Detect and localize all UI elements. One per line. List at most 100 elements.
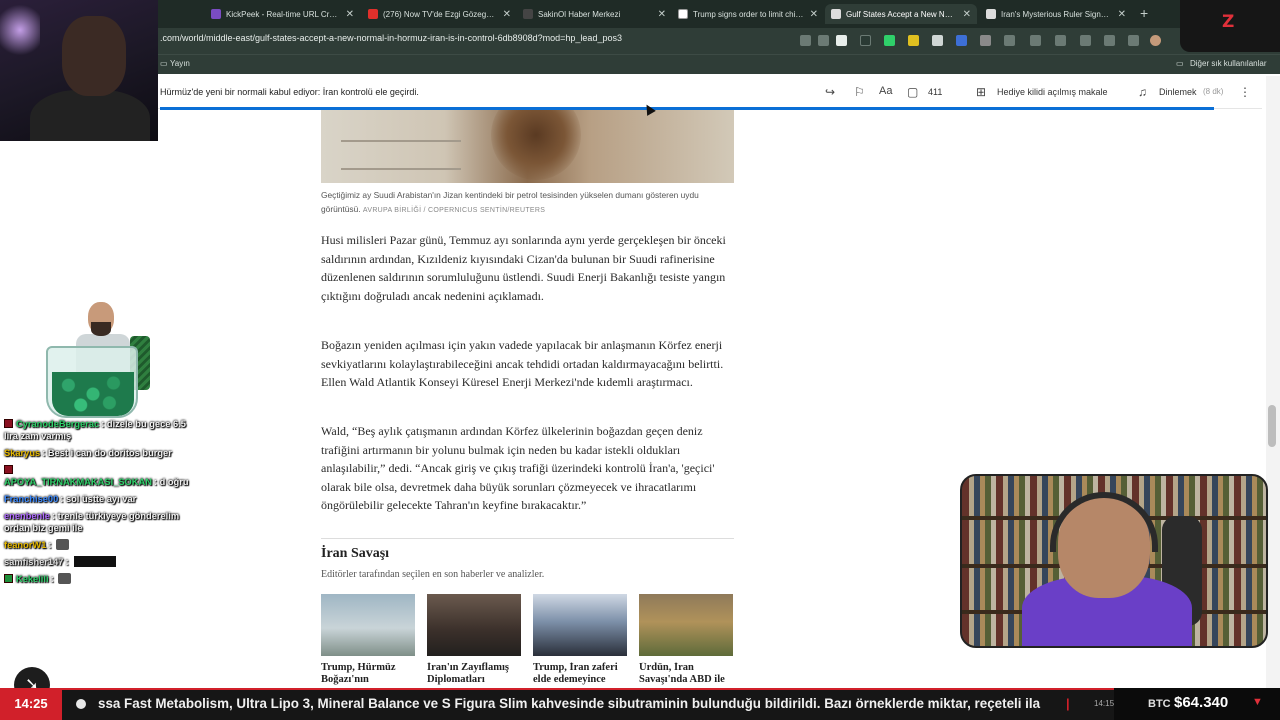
related-article-card[interactable]: Trump, Hürmüz Boğazı'nın <box>321 594 415 688</box>
bookmark-item[interactable]: Yayın <box>170 59 190 68</box>
emote-mug <box>46 346 138 418</box>
chat-username[interactable]: APOYA_TIRNAKMAKASI_SOKAN <box>4 477 152 487</box>
caption-credit: AVRUPA BİRLİĞİ / COPERNICUS SENTİN/REUTE… <box>362 207 546 214</box>
live-dot-icon <box>76 699 86 709</box>
extensions-puzzle-icon[interactable] <box>1004 35 1015 46</box>
more-options-icon[interactable]: ⋮ <box>1239 85 1251 99</box>
tab-close-icon[interactable]: ✕ <box>1118 9 1126 20</box>
url-field[interactable]: .com/world/middle-east/gulf-states-accep… <box>160 33 622 43</box>
tab-close-icon[interactable]: ✕ <box>810 9 818 20</box>
extension-icon[interactable] <box>932 35 943 46</box>
tab-title: Trump signs order to limit childh <box>693 9 804 19</box>
chat-message: Franchise00: sol üstte ayı var <box>4 494 137 504</box>
section-title[interactable]: İran Savaşı <box>321 546 389 562</box>
section-subtitle: Editörler tarafından seçilen en son habe… <box>321 569 545 580</box>
tab-title: Gulf States Accept a New Norma <box>846 9 957 19</box>
text-size-icon[interactable]: Aa <box>879 85 892 97</box>
tab-youtube[interactable]: (276) Now TV'de Ezgi Gözeger & ✕ <box>362 4 517 24</box>
chat-username[interactable]: enenbenle <box>4 511 50 521</box>
ticker-separator: | <box>1066 696 1070 711</box>
sakinol-favicon-icon <box>523 9 533 19</box>
extension-icon[interactable] <box>908 35 919 46</box>
extension-icon[interactable] <box>956 35 967 46</box>
ticker-top-line <box>0 688 1280 690</box>
related-article-card[interactable]: İran'ın Zayıflamış Diplomatları <box>427 594 521 688</box>
chat-text: sol üstte ayı var <box>65 494 137 504</box>
chat-message: samfisher147: <box>4 556 189 568</box>
chat-username[interactable]: Kekelili <box>16 574 49 584</box>
chat-username[interactable]: Skaryus <box>4 448 40 458</box>
bookmark-icon[interactable]: ⚐ <box>854 85 865 99</box>
heart-icon[interactable] <box>1104 35 1115 46</box>
card-title[interactable]: Trump, İran zaferi elde edemeyince <box>533 662 627 688</box>
tab-sakinol[interactable]: SakinOl Haber Merkezi ✕ <box>517 4 672 24</box>
extension-icon[interactable] <box>884 35 895 46</box>
card-thumbnail[interactable] <box>533 594 627 656</box>
extension-icon[interactable] <box>980 35 991 46</box>
gift-icon[interactable]: ⊞ <box>976 85 986 99</box>
comment-icon[interactable]: ▢ <box>907 85 918 99</box>
youtube-favicon-icon <box>368 9 378 19</box>
channel-logo: Z <box>1180 0 1280 52</box>
tab-kickpeek[interactable]: KickPeek - Real-time URL Crawler ✕ <box>205 4 360 24</box>
tab-close-icon[interactable]: ✕ <box>346 9 354 20</box>
headphones-icon[interactable]: ♫ <box>1138 85 1147 99</box>
favorites-icon[interactable] <box>1055 35 1066 46</box>
chat-username[interactable]: CyranodeBergerac <box>16 419 99 429</box>
url-text: .com/world/middle-east/gulf-states-accep… <box>160 33 622 43</box>
card-title[interactable]: Ürdün, İran Savaşı'nda ABD ile <box>639 662 733 688</box>
btc-label: BTC <box>1148 698 1171 710</box>
related-article-card[interactable]: Trump, İran zaferi elde edemeyince <box>533 594 627 688</box>
tab-iran-ruler[interactable]: Iran's Mysterious Ruler Signals a ✕ <box>980 4 1132 24</box>
reader-icon[interactable] <box>818 35 829 46</box>
webcam-light <box>0 0 40 60</box>
chat-message: Skaryus: Best i can do doritos burger <box>4 448 172 458</box>
kickpeek-favicon-icon <box>211 9 221 19</box>
subscriber-badge-icon <box>4 419 13 428</box>
profile-avatar-icon[interactable] <box>1150 35 1161 46</box>
photo-caption: Geçtiğimiz ay Suudi Arabistan'ın Jizan k… <box>321 188 736 218</box>
chat-username[interactable]: samfisher147 <box>4 557 63 567</box>
tab-close-icon[interactable]: ✕ <box>503 9 511 20</box>
tab-title: KickPeek - Real-time URL Crawler <box>226 9 340 19</box>
emote-mug-overlay <box>28 298 154 420</box>
tab-trump-order[interactable]: Trump signs order to limit childh ✕ <box>672 4 824 24</box>
tab-title: Iran's Mysterious Ruler Signals a <box>1001 9 1112 19</box>
chat-username[interactable]: Franchise00 <box>4 494 58 504</box>
tab-close-icon[interactable]: ✕ <box>658 9 666 20</box>
channel-logo-letter: Z <box>1222 12 1235 32</box>
related-article-card[interactable]: Ürdün, İran Savaşı'nda ABD ile <box>639 594 733 688</box>
scrollbar-thumb[interactable] <box>1268 405 1276 447</box>
gift-article-button[interactable]: Hediye kilidi açılmış makale <box>997 87 1108 97</box>
extension-icon[interactable] <box>860 35 871 46</box>
bookmark-folder-icon: ▭ <box>1176 59 1184 68</box>
card-thumbnail[interactable] <box>321 594 415 656</box>
star-icon[interactable] <box>836 35 847 46</box>
streamer-webcam <box>0 0 158 141</box>
card-title[interactable]: İran'ın Zayıflamış Diplomatları <box>427 662 521 688</box>
article-headline: Hürmüz'de yeni bir normali kabul ediyor:… <box>160 87 419 97</box>
wsj-favicon-icon <box>831 9 841 19</box>
card-thumbnail[interactable] <box>639 594 733 656</box>
price-down-arrow-icon: ▼ <box>1252 696 1263 708</box>
tab-close-icon[interactable]: ✕ <box>963 9 971 20</box>
ticker-clock: 14:25 <box>0 688 62 720</box>
collections-icon[interactable] <box>1080 35 1091 46</box>
new-tab-button[interactable]: + <box>1140 5 1148 21</box>
card-title[interactable]: Trump, Hürmüz Boğazı'nın <box>321 662 415 688</box>
split-view-icon[interactable] <box>1030 35 1041 46</box>
card-thumbnail[interactable] <box>427 594 521 656</box>
chat-message: enenbenle: trenle türkiyeye gönderelim o… <box>4 511 180 533</box>
share-icon[interactable]: ↪ <box>825 85 835 99</box>
page-scrollbar[interactable] <box>1266 76 1280 688</box>
photo-building <box>341 140 461 170</box>
listen-button[interactable]: Dinlemek <box>1159 87 1197 97</box>
downloads-icon[interactable] <box>1128 35 1139 46</box>
tab-gulf-states[interactable]: Gulf States Accept a New Norma ✕ <box>825 4 977 24</box>
translate-icon[interactable] <box>800 35 811 46</box>
comments-count[interactable]: 411 <box>928 87 942 97</box>
bookmarks-bar: ▭ Yayın ▭ Diğer sık kullanılanlar <box>0 54 1280 74</box>
other-favorites[interactable]: Diğer sık kullanılanlar <box>1190 59 1266 68</box>
moderator-badge-icon <box>4 574 13 583</box>
chat-username[interactable]: feanorW1 <box>4 540 46 550</box>
